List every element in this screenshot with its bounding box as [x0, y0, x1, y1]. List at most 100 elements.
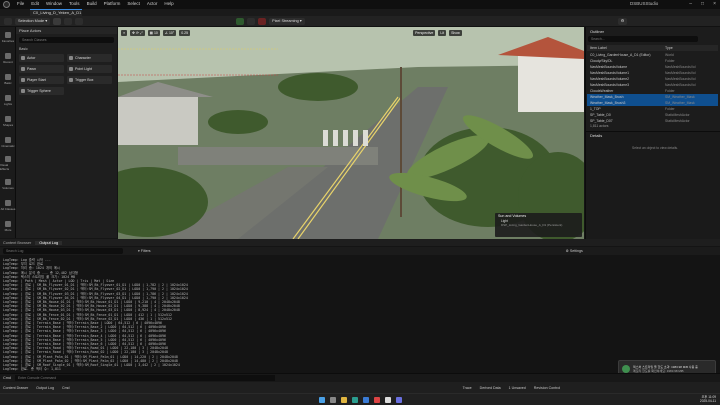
sidebar-item-visual-effects[interactable]: Visual Effects	[0, 153, 16, 174]
viewport-menu-button[interactable]: ≡	[121, 29, 128, 36]
row-type: StaticMeshActor	[665, 119, 690, 123]
menu-tools[interactable]: Tools	[69, 1, 80, 6]
cmd-button[interactable]: Cmd	[62, 386, 70, 390]
sidebar-item-recent[interactable]: Recent	[0, 48, 16, 69]
actor-item-trigger-box[interactable]: Trigger Box	[67, 76, 112, 84]
sidebar-item-volumes[interactable]: Volumes	[0, 174, 16, 195]
outliner-search-input[interactable]: Search...	[588, 36, 698, 42]
unsaved-button[interactable]: 1 Unsaved	[509, 386, 526, 390]
actor-item-label: Point Light	[75, 67, 92, 71]
actor-class-icon	[69, 56, 73, 60]
sidebar-label: More	[4, 228, 12, 232]
content-drawer-button[interactable]: Content Drawer	[3, 386, 28, 390]
sidebar-item-cinematic[interactable]: Cinematic	[0, 132, 16, 153]
cinematics-button[interactable]	[75, 17, 84, 25]
menu-select[interactable]: Select	[127, 1, 140, 6]
menu-platform[interactable]: Platform	[104, 1, 121, 6]
add-actor-button[interactable]	[53, 17, 62, 25]
discord-icon[interactable]	[395, 396, 402, 403]
settings-button[interactable]: ⚙	[617, 17, 628, 25]
explorer-icon[interactable]	[340, 396, 347, 403]
sidebar-item-basic[interactable]: Basic	[0, 69, 16, 90]
class-search-input[interactable]: Search Classes	[19, 37, 114, 43]
actor-item-pawn[interactable]: Pawn	[19, 65, 64, 73]
cmd-label[interactable]: Cmd	[3, 376, 11, 380]
actor-item-point-light[interactable]: Point Light	[67, 65, 112, 73]
filters-button[interactable]: ▾ Filters	[138, 249, 151, 253]
sidebar-item-lights[interactable]: Lights	[0, 90, 16, 111]
close-icon[interactable]: ×	[713, 1, 716, 7]
revision-control-button[interactable]: Revision Control	[534, 386, 560, 390]
settings-label: Settings	[569, 249, 583, 253]
menu-window[interactable]: Window	[46, 1, 62, 6]
play-button[interactable]	[236, 17, 245, 25]
actor-item-player-start[interactable]: Player Start	[19, 76, 64, 84]
level-viewport[interactable]	[118, 27, 584, 239]
outliner-header: Item Label Type	[587, 45, 718, 51]
actor-item-character[interactable]: Character	[67, 54, 112, 62]
snap-scale-button[interactable]: 0.25	[179, 29, 191, 36]
menu-build[interactable]: Build	[87, 1, 97, 6]
actor-item-label: Trigger Box	[75, 78, 94, 82]
level-tab[interactable]: C0_Living_D_Yeken_A_D1	[30, 9, 82, 16]
snap-grid-button[interactable]: ▦ 10	[147, 29, 160, 36]
sidebar-item-favorites[interactable]: Favorites	[0, 27, 16, 48]
sidebar-item-all-classes[interactable]: All Classes	[0, 195, 16, 216]
console-input[interactable]: Enter Console Command	[15, 375, 276, 381]
col-type[interactable]: Type	[665, 45, 673, 51]
recent-icon	[5, 53, 11, 59]
show-button[interactable]: Show	[449, 29, 462, 36]
actor-item-actor[interactable]: Actor	[19, 54, 64, 62]
sidebar-item-more[interactable]: More	[0, 216, 16, 237]
sidebar-item-shapes[interactable]: Shapes	[0, 111, 16, 132]
save-button[interactable]	[4, 17, 12, 25]
mode-dropdown[interactable]: Selection Mode ▾	[15, 17, 51, 25]
lit-button[interactable]: Lit	[438, 29, 447, 36]
clock: 오후 11:09 2025-04-11	[700, 394, 716, 403]
stop-button[interactable]	[258, 17, 267, 25]
search-icon[interactable]	[329, 396, 336, 403]
main-menu: File Edit Window Tools Build Platform Select Ac…	[17, 1, 174, 6]
all-classes-icon	[5, 200, 11, 206]
trace-button[interactable]: Trace	[463, 386, 472, 390]
perspective-button[interactable]: Perspective	[413, 29, 436, 36]
menu-actor[interactable]: Actor	[147, 1, 158, 6]
col-item-label[interactable]: Item Label	[587, 45, 665, 51]
window-controls: – □ ×	[689, 1, 716, 7]
toast-line-2: 메모리 한도를 확인하세요: 1983.98 MiB	[633, 368, 684, 373]
snap-rotate-button[interactable]: ∠ 10°	[162, 29, 177, 36]
log-settings-button[interactable]: ⚙ Settings	[566, 249, 583, 253]
shapes-icon	[5, 116, 11, 122]
outliner-title: Outliner	[590, 29, 605, 34]
vscode-icon[interactable]	[362, 396, 369, 403]
pause-button[interactable]	[247, 17, 256, 25]
minimize-icon[interactable]: –	[689, 1, 692, 7]
actor-item-label: Pawn	[27, 67, 36, 71]
output-log-tab[interactable]: Output Log	[35, 240, 63, 245]
unreal-taskbar-icon[interactable]	[384, 396, 391, 403]
chrome-icon[interactable]	[373, 396, 380, 403]
more-icon	[5, 221, 11, 227]
blueprint-button[interactable]	[64, 17, 73, 25]
basic-icon	[5, 74, 11, 80]
lights-icon	[5, 95, 11, 101]
actor-class-icon	[21, 78, 25, 82]
maximize-icon[interactable]: □	[701, 1, 704, 7]
content-browser-tab[interactable]: Content Browser	[3, 241, 31, 245]
start-icon[interactable]	[318, 396, 325, 403]
transform-tools[interactable]: ✥ ⟳ ⤢	[130, 29, 145, 36]
success-check-icon	[622, 364, 630, 373]
menu-help[interactable]: Help	[164, 1, 173, 6]
menu-file[interactable]: File	[17, 1, 24, 6]
details-title: Details	[590, 133, 603, 138]
sidebar-label: Cinematic	[1, 144, 15, 148]
project-name: DSBUSStudio	[630, 1, 659, 6]
actor-item-trigger-sphere[interactable]: Trigger Sphere	[19, 87, 64, 95]
edge-icon[interactable]	[351, 396, 358, 403]
pixel-streaming-dropdown[interactable]: Pixel Streaming ▾	[269, 17, 305, 25]
sidebar-label: Lights	[3, 102, 12, 106]
output-log-button[interactable]: Output Log	[36, 386, 54, 390]
log-search-input[interactable]: Search Log	[3, 248, 123, 254]
menu-edit[interactable]: Edit	[31, 1, 39, 6]
derived-data-button[interactable]: Derived Data	[480, 386, 501, 390]
